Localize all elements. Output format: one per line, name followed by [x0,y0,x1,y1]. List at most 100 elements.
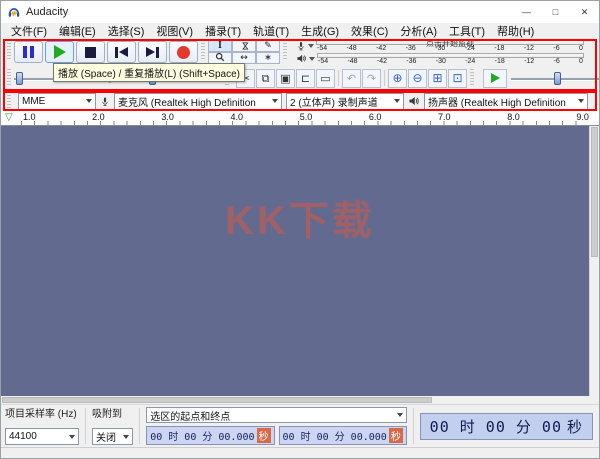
play-button[interactable] [45,41,74,63]
silence-icon: ▭ [320,73,330,84]
fit-selection-button[interactable]: ⊞ [428,69,447,88]
paste-button[interactable]: ▣ [276,69,295,88]
play-at-speed-button[interactable] [483,69,507,88]
track-area[interactable]: KK下载 [1,126,599,396]
horizontal-scrollbar[interactable] [1,396,599,404]
transport-toolbar [14,41,198,63]
menu-item-tracks[interactable]: 轨道(T) [247,23,295,39]
draw-tool-button[interactable]: ✎ [256,40,280,52]
paste-icon: ▣ [280,73,290,84]
maximize-button[interactable]: □ [541,1,570,23]
stop-button[interactable] [76,41,105,63]
play-button-tooltip: 播放 (Space) / 重复播放(L) (Shift+Space) [53,63,245,82]
recording-device-value: 麦克风 (Realtek High Definition [118,94,256,109]
recording-device-select[interactable]: 麦克风 (Realtek High Definition [114,93,282,110]
play-at-speed-toolbar [483,69,599,88]
fit-project-button[interactable]: ⊡ [448,69,467,88]
menu-item-effect[interactable]: 效果(C) [345,23,394,39]
playback-device-select[interactable]: 扬声器 (Realtek High Definition [424,93,588,110]
slider-thumb[interactable] [16,72,23,85]
selection-start-unit: 秒 [257,428,271,443]
project-rate-select[interactable]: 44100 [5,428,79,445]
time-shift-tool-icon: ↔ [240,53,248,63]
slider-thumb[interactable] [554,72,561,85]
speaker-icon [296,53,307,64]
snap-to-select[interactable]: 关闭 [92,428,133,445]
play-start-marker-icon[interactable]: ▽ [5,111,13,125]
meter-dropdown-icon[interactable] [308,44,314,48]
toolbar-grip[interactable] [283,43,287,61]
playback-meter-scale: -54 -48 -42 -36 -30 -24 -18 -12 -6 0 [317,58,584,65]
audio-host-select[interactable]: MME [18,93,96,110]
menu-item-transport[interactable]: 播录(T) [199,23,247,39]
stop-icon [85,47,96,58]
selection-end-unit: 秒 [389,428,403,443]
play-speed-slider[interactable] [511,72,599,85]
selection-start-field[interactable]: 00 时 00 分 00.000 秒 [146,426,274,445]
close-button[interactable]: ✕ [570,1,599,23]
horizontal-scrollbar-thumb[interactable] [2,397,432,403]
app-window: Audacity — □ ✕ 文件(F) 编辑(E) 选择(S) 视图(V) 播… [0,0,600,459]
selection-range-mode-select[interactable]: 选区的起点和终点 [146,407,407,423]
status-bar [1,447,599,459]
zoom-in-button[interactable]: ⊕ [388,69,407,88]
recording-meter-body: 点击开始监视 -54 -48 -42 -36 -30 -24 -18 -12 -… [316,40,584,52]
timeline-ruler[interactable]: ▽ 1.0 2.0 3.0 4.0 5.0 6.0 7.0 8.0 9.0 [1,111,599,126]
playback-meter[interactable]: -54 -48 -42 -36 -30 -24 -18 -12 -6 0 [296,53,584,65]
window-title: Audacity [26,6,512,18]
playback-device-value: 扬声器 (Realtek High Definition [428,94,566,109]
chevron-down-icon [394,99,400,103]
trim-icon: ⊏ [301,73,310,84]
toolbar-grip[interactable] [201,43,205,61]
trim-audio-button[interactable]: ⊏ [296,69,315,88]
multi-tool-button[interactable]: ∗ [256,52,280,64]
vertical-scrollbar-thumb[interactable] [591,127,598,257]
meter-tick: -18 [494,45,504,52]
toolbar-grip[interactable] [7,69,11,87]
menu-item-help[interactable]: 帮助(H) [491,23,540,39]
audio-position-unit: 秒 [567,416,583,437]
meter-dropdown-icon[interactable] [309,57,315,61]
toolbar-grip[interactable] [7,43,11,61]
toolbar-grip[interactable] [470,69,474,87]
record-button[interactable] [169,41,198,63]
recording-meter[interactable]: 点击开始监视 -54 -48 -42 -36 -30 -24 -18 -12 -… [296,40,584,52]
skip-to-start-button[interactable] [107,41,136,63]
menu-item-generate[interactable]: 生成(G) [295,23,345,39]
microphone-icon [296,40,306,52]
multi-tool-icon: ∗ [264,53,272,63]
selection-toolbar: 项目采样率 (Hz) 44100 吸附到 关闭 选区的起点和终点 00 时 00… [1,404,599,447]
redo-button[interactable]: ↷ [362,69,381,88]
tools-toolbar: I ⋈ ✎ ↔ ∗ [208,40,280,64]
copy-button[interactable]: ⧉ [256,69,275,88]
snap-to-label: 吸附到 [92,407,133,422]
audio-position-field[interactable]: 00 时 00 分 00 秒 [420,413,593,440]
undo-button[interactable]: ↶ [342,69,361,88]
minimize-button[interactable]: — [512,1,541,23]
pause-button[interactable] [14,41,43,63]
meter-tick: -6 [553,45,559,52]
menu-item-tools[interactable]: 工具(T) [443,23,491,39]
speaker-icon [408,95,420,107]
envelope-tool-button[interactable]: ⋈ [232,40,256,52]
recording-channels-select[interactable]: 2 (立体声) 录制声道 [286,93,404,110]
menu-item-analyze[interactable]: 分析(A) [394,23,443,39]
toolbar-grip[interactable] [7,92,11,110]
selection-tool-button[interactable]: I [208,40,232,52]
zoom-out-button[interactable]: ⊖ [408,69,427,88]
menu-item-select[interactable]: 选择(S) [102,23,151,39]
meter-tick: -54 [317,45,327,52]
menu-item-file[interactable]: 文件(F) [5,23,53,39]
menu-item-view[interactable]: 视图(V) [150,23,199,39]
selection-end-field[interactable]: 00 时 00 分 00.000 秒 [279,426,407,445]
zoom-in-icon: ⊕ [392,73,402,84]
separator [139,408,140,444]
silence-audio-button[interactable]: ▭ [316,69,335,88]
menu-item-edit[interactable]: 编辑(E) [53,23,102,39]
vertical-scrollbar[interactable] [589,126,599,396]
skip-to-end-button[interactable] [138,41,167,63]
ruler-label: 6.0 [369,112,382,122]
audio-host-value: MME [22,96,45,107]
recording-meter-bar: 点击开始监视 [316,40,584,45]
meter-tick: -42 [376,45,386,52]
